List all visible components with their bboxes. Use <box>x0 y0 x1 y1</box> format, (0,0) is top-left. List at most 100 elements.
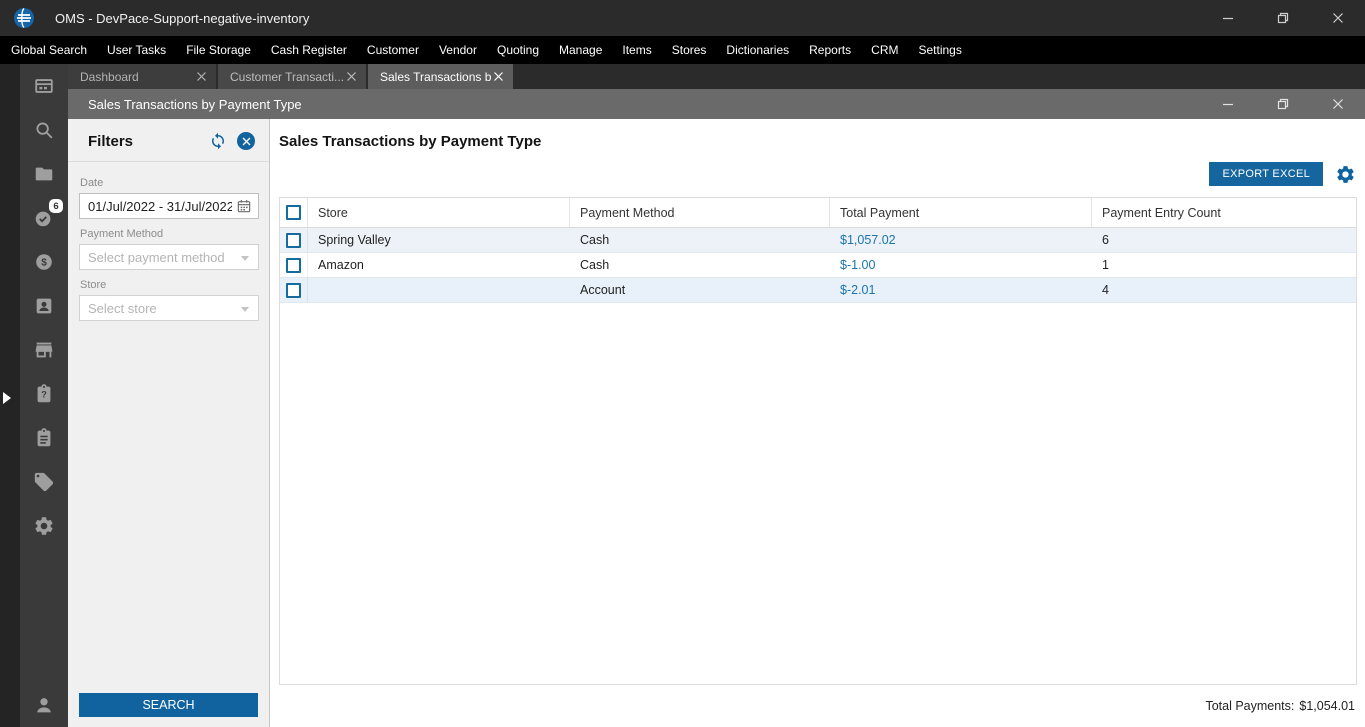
column-header-payment-method[interactable]: Payment Method <box>570 198 830 228</box>
sidebar-item-user-profile[interactable] <box>20 683 68 727</box>
date-range-input[interactable] <box>79 193 259 219</box>
tab-close-icon[interactable] <box>491 70 505 84</box>
search-button[interactable]: SEARCH <box>79 693 258 717</box>
restore-icon <box>1277 12 1288 24</box>
row-checkbox-cell <box>280 253 308 277</box>
collapse-rail <box>0 64 20 727</box>
menu-stores[interactable]: Stores <box>662 36 717 64</box>
chevron-down-icon <box>241 307 249 312</box>
menu-vendor[interactable]: Vendor <box>429 36 487 64</box>
total-payments-label: Total Payments: <box>1205 699 1295 713</box>
column-header-total-payment[interactable]: Total Payment <box>830 198 1092 228</box>
select-all-checkbox[interactable] <box>286 205 301 220</box>
tab-sales-transactions[interactable]: Sales Transactions b... <box>368 64 513 89</box>
inner-close-button[interactable] <box>1310 89 1365 119</box>
totals-footer: Total Payments: $1,054.01 <box>270 685 1365 713</box>
user-icon <box>37 698 51 713</box>
column-header-store[interactable]: Store <box>308 198 570 228</box>
tab-close-icon[interactable] <box>194 70 208 84</box>
menu-items[interactable]: Items <box>612 36 661 64</box>
inner-window-title-bar: Sales Transactions by Payment Type <box>68 89 1365 119</box>
tag-icon <box>34 472 54 492</box>
svg-text:$: $ <box>41 258 47 269</box>
menu-file-storage[interactable]: File Storage <box>176 36 261 64</box>
window-close-button[interactable] <box>1310 0 1365 36</box>
sidebar-item-cash[interactable]: $ <box>20 240 68 284</box>
clear-filters-button[interactable] <box>235 130 257 152</box>
tab-customer-transactions[interactable]: Customer Transacti... <box>218 64 366 89</box>
row-checkbox[interactable] <box>286 282 301 298</box>
store-select[interactable]: Select store <box>79 295 259 321</box>
menu-customer[interactable]: Customer <box>357 36 429 64</box>
store-icon <box>35 342 53 358</box>
payment-method-select[interactable]: Select payment method <box>79 244 259 270</box>
cell-total-payment-link[interactable]: $1,057.02 <box>830 228 1092 252</box>
column-header-payment-entry-count[interactable]: Payment Entry Count <box>1092 198 1356 228</box>
export-excel-button[interactable]: EXPORT EXCEL <box>1209 162 1323 186</box>
tab-strip: Dashboard Customer Transacti... Sales Tr… <box>68 64 1365 89</box>
sidebar-item-dashboard[interactable] <box>20 64 68 108</box>
table-row[interactable]: Amazon Cash $-1.00 1 <box>280 253 1356 278</box>
inner-restore-button[interactable] <box>1255 89 1310 119</box>
menu-dictionaries[interactable]: Dictionaries <box>716 36 799 64</box>
grid-settings-button[interactable] <box>1334 163 1356 185</box>
app-logo-icon <box>14 7 34 29</box>
expand-arrow-icon[interactable] <box>3 392 11 404</box>
row-checkbox[interactable] <box>286 232 301 248</box>
table-row[interactable]: Account $-2.01 4 <box>280 278 1356 303</box>
refresh-filters-button[interactable] <box>207 130 229 152</box>
window-title: OMS - DevPace-Support-negative-inventory <box>55 10 310 26</box>
task-count-badge: 6 <box>49 199 63 213</box>
minimize-icon <box>1222 17 1233 20</box>
dollar-icon: $ <box>36 254 52 270</box>
sidebar-item-search[interactable] <box>20 108 68 152</box>
sidebar-item-customers[interactable] <box>20 284 68 328</box>
row-checkbox[interactable] <box>286 257 301 273</box>
cell-payment-method: Cash <box>580 258 610 272</box>
close-circle-icon <box>237 132 255 150</box>
menu-quoting[interactable]: Quoting <box>487 36 549 64</box>
search-icon <box>36 122 53 139</box>
cell-store <box>308 278 570 302</box>
row-checkbox-cell <box>280 228 308 252</box>
sidebar-item-pricing[interactable] <box>20 460 68 504</box>
cell-total-payment-link[interactable]: $-2.01 <box>830 278 1092 302</box>
header-checkbox-cell <box>280 198 308 228</box>
minimize-icon <box>1222 103 1233 106</box>
menu-reports[interactable]: Reports <box>799 36 861 64</box>
cell-total-payment-link[interactable]: $-1.00 <box>830 253 1092 277</box>
sidebar-item-tasks[interactable]: 6 <box>20 196 68 240</box>
refresh-icon <box>212 132 224 150</box>
menu-global-search[interactable]: Global Search <box>1 36 97 64</box>
close-icon <box>1332 99 1343 109</box>
store-placeholder: Select store <box>88 300 157 316</box>
tab-close-icon[interactable] <box>344 70 358 84</box>
filters-spacer <box>68 321 269 693</box>
menu-bar: Global Search User Tasks File Storage Ca… <box>0 36 1365 64</box>
sidebar-item-stores[interactable] <box>20 328 68 372</box>
menu-cash-register[interactable]: Cash Register <box>261 36 357 64</box>
cell-payment-method: Cash <box>580 233 610 247</box>
menu-crm[interactable]: CRM <box>861 36 908 64</box>
menu-manage[interactable]: Manage <box>549 36 612 64</box>
sidebar-item-settings[interactable] <box>20 504 68 548</box>
total-payments-value: $1,054.01 <box>1299 699 1355 713</box>
tab-label: Dashboard <box>80 69 139 84</box>
sidebar-item-file-storage[interactable] <box>20 152 68 196</box>
menu-user-tasks[interactable]: User Tasks <box>97 36 176 64</box>
calendar-icon[interactable] <box>236 198 252 214</box>
cell-store: Amazon <box>318 258 364 272</box>
window-restore-button[interactable] <box>1255 0 1310 36</box>
window-minimize-button[interactable] <box>1200 0 1255 36</box>
cell-payment-method: Account <box>580 283 626 297</box>
tab-dashboard[interactable]: Dashboard <box>68 64 216 89</box>
menu-settings[interactable]: Settings <box>908 36 971 64</box>
sidebar-item-orders[interactable] <box>20 416 68 460</box>
icon-sidebar: 6 $ ? <box>20 64 68 727</box>
gear-icon <box>1336 165 1354 183</box>
inner-minimize-button[interactable] <box>1200 89 1255 119</box>
sidebar-item-help-tasks[interactable]: ? <box>20 372 68 416</box>
payment-method-placeholder: Select payment method <box>88 249 225 265</box>
table-row[interactable]: Spring Valley Cash $1,057.02 6 <box>280 228 1356 253</box>
tab-label: Sales Transactions b... <box>380 69 491 84</box>
